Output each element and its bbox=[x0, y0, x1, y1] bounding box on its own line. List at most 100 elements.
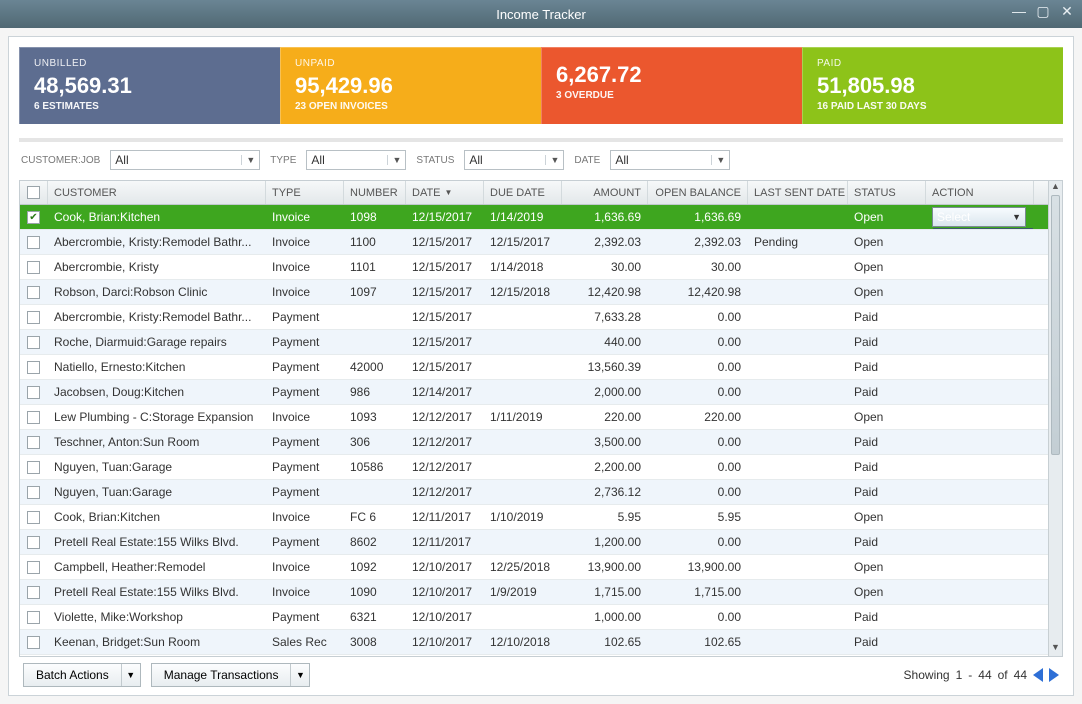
table-row[interactable]: Campbell, Heather:RemodelInvoice109212/1… bbox=[20, 555, 1048, 580]
col-action[interactable]: ACTION bbox=[926, 181, 1034, 204]
row-checkbox[interactable] bbox=[27, 486, 40, 499]
chevron-down-icon[interactable]: ▼ bbox=[122, 670, 140, 680]
scroll-thumb[interactable] bbox=[1051, 195, 1060, 455]
filter-type-combo[interactable]: All ▼ bbox=[306, 150, 406, 170]
col-type[interactable]: TYPE bbox=[266, 181, 344, 204]
cell-open-balance: 0.00 bbox=[648, 605, 748, 629]
col-due-date[interactable]: DUE DATE bbox=[484, 181, 562, 204]
cell-type: Payment bbox=[266, 305, 344, 329]
row-checkbox[interactable] bbox=[27, 411, 40, 424]
row-checkbox[interactable] bbox=[27, 561, 40, 574]
table-row[interactable]: Abercrombie, KristyInvoice110112/15/2017… bbox=[20, 255, 1048, 280]
content-area: UNBILLED 48,569.31 6 ESTIMATES UNPAID 95… bbox=[8, 36, 1074, 696]
cell-action bbox=[926, 380, 1034, 404]
table-row[interactable]: Cook, Brian:KitchenInvoice109812/15/2017… bbox=[20, 205, 1048, 230]
vertical-scrollbar[interactable]: ▲ ▼ bbox=[1048, 181, 1062, 656]
col-amount[interactable]: AMOUNT bbox=[562, 181, 648, 204]
row-checkbox[interactable] bbox=[27, 586, 40, 599]
filter-customer-label: CUSTOMER:JOB bbox=[21, 155, 100, 166]
batch-actions-button[interactable]: Batch Actions ▼ bbox=[23, 663, 141, 687]
cell-customer: Pretell Real Estate:155 Wilks Blvd. bbox=[48, 580, 266, 604]
table-row[interactable]: Nguyen, Tuan:GaragePayment1058612/12/201… bbox=[20, 455, 1048, 480]
chevron-down-icon: ▼ bbox=[545, 155, 559, 165]
card-unbilled-amount: 48,569.31 bbox=[34, 73, 266, 99]
card-paid[interactable]: PAID 51,805.98 16 PAID LAST 30 DAYS bbox=[802, 47, 1063, 124]
table-row[interactable]: Pretell Real Estate:155 Wilks Blvd.Payme… bbox=[20, 530, 1048, 555]
col-open-balance[interactable]: OPEN BALANCE bbox=[648, 181, 748, 204]
cell-last-sent bbox=[748, 555, 848, 579]
table-row[interactable]: Abercrombie, Kristy:Remodel Bathr...Invo… bbox=[20, 230, 1048, 255]
cell-last-sent: Pending bbox=[748, 230, 848, 254]
table-row[interactable]: Robson, Darci:Robson ClinicInvoice109712… bbox=[20, 280, 1048, 305]
row-checkbox[interactable] bbox=[27, 461, 40, 474]
row-checkbox[interactable] bbox=[27, 336, 40, 349]
table-row[interactable]: Roche, Diarmuid:Garage repairsPayment12/… bbox=[20, 330, 1048, 355]
close-icon[interactable]: ✕ bbox=[1058, 4, 1076, 20]
cell-customer: Roche, Diarmuid:Garage repairs bbox=[48, 330, 266, 354]
filter-date-combo[interactable]: All ▼ bbox=[610, 150, 730, 170]
page-prev-icon[interactable] bbox=[1033, 668, 1043, 682]
cell-due bbox=[484, 355, 562, 379]
row-checkbox[interactable] bbox=[27, 261, 40, 274]
cell-type: Payment bbox=[266, 605, 344, 629]
cell-due: 1/10/2019 bbox=[484, 505, 562, 529]
row-checkbox[interactable] bbox=[27, 311, 40, 324]
cell-number: 1092 bbox=[344, 555, 406, 579]
cell-action bbox=[926, 405, 1034, 429]
table-row[interactable]: Violette, Mike:WorkshopPayment632112/10/… bbox=[20, 605, 1048, 630]
row-checkbox[interactable] bbox=[27, 236, 40, 249]
card-paid-detail: 16 PAID LAST 30 DAYS bbox=[817, 101, 1049, 112]
select-all-checkbox[interactable] bbox=[27, 186, 40, 199]
scroll-track[interactable] bbox=[1049, 195, 1062, 642]
col-date[interactable]: DATE▼ bbox=[406, 181, 484, 204]
col-customer[interactable]: CUSTOMER bbox=[48, 181, 266, 204]
row-checkbox[interactable] bbox=[27, 611, 40, 624]
minimize-icon[interactable]: — bbox=[1010, 4, 1028, 20]
cell-amount: 1,000.00 bbox=[562, 605, 648, 629]
action-select[interactable]: Select▼SelectReceive PaymentPrintEmail bbox=[932, 207, 1026, 227]
filter-status-combo[interactable]: All ▼ bbox=[464, 150, 564, 170]
cell-date: 12/14/2017 bbox=[406, 380, 484, 404]
scroll-up-icon[interactable]: ▲ bbox=[1049, 181, 1062, 195]
cell-type: Invoice bbox=[266, 580, 344, 604]
cell-due bbox=[484, 330, 562, 354]
cell-type: Payment bbox=[266, 330, 344, 354]
filter-customer-combo[interactable]: All ▼ bbox=[110, 150, 260, 170]
chevron-down-icon: ▼ bbox=[1012, 212, 1021, 222]
row-checkbox[interactable] bbox=[27, 361, 40, 374]
table-row[interactable]: Natiello, Ernesto:KitchenPayment4200012/… bbox=[20, 355, 1048, 380]
cell-amount: 5.95 bbox=[562, 505, 648, 529]
table-row[interactable]: Teschner, Anton:Sun RoomPayment30612/12/… bbox=[20, 430, 1048, 455]
row-checkbox[interactable] bbox=[27, 636, 40, 649]
row-checkbox[interactable] bbox=[27, 511, 40, 524]
scroll-down-icon[interactable]: ▼ bbox=[1049, 642, 1062, 656]
maximize-icon[interactable]: ▢ bbox=[1034, 4, 1052, 20]
col-number[interactable]: NUMBER bbox=[344, 181, 406, 204]
row-checkbox[interactable] bbox=[27, 536, 40, 549]
table-row[interactable]: Abercrombie, Kristy:Remodel Bathr...Paym… bbox=[20, 305, 1048, 330]
row-checkbox[interactable] bbox=[27, 286, 40, 299]
table-row[interactable]: Pretell Real Estate:155 Wilks Blvd.Invoi… bbox=[20, 580, 1048, 605]
row-checkbox[interactable] bbox=[27, 211, 40, 224]
card-unpaid[interactable]: UNPAID 95,429.96 23 OPEN INVOICES bbox=[280, 47, 541, 124]
cell-amount: 12,420.98 bbox=[562, 280, 648, 304]
table-row[interactable]: Jacobsen, Doug:KitchenPayment98612/14/20… bbox=[20, 380, 1048, 405]
table-row[interactable]: Lew Plumbing - C:Storage ExpansionInvoic… bbox=[20, 405, 1048, 430]
card-overdue[interactable]: 6,267.72 3 OVERDUE bbox=[541, 47, 802, 124]
cell-action: Select▼SelectReceive PaymentPrintEmail bbox=[926, 205, 1034, 229]
chevron-down-icon[interactable]: ▼ bbox=[291, 670, 309, 680]
col-status[interactable]: STATUS bbox=[848, 181, 926, 204]
table-row[interactable]: Keenan, Bridget:Sun RoomSales Rec300812/… bbox=[20, 630, 1048, 655]
row-checkbox[interactable] bbox=[27, 386, 40, 399]
card-unbilled[interactable]: UNBILLED 48,569.31 6 ESTIMATES bbox=[19, 47, 280, 124]
cell-date: 12/12/2017 bbox=[406, 480, 484, 504]
cell-due: 1/14/2019 bbox=[484, 205, 562, 229]
chevron-down-icon: ▼ bbox=[711, 155, 725, 165]
row-checkbox[interactable] bbox=[27, 436, 40, 449]
table-row[interactable]: Cook, Brian:KitchenInvoiceFC 612/11/2017… bbox=[20, 505, 1048, 530]
page-next-icon[interactable] bbox=[1049, 668, 1059, 682]
pager: Showing 1 - 44 of 44 bbox=[904, 668, 1059, 682]
col-last-sent[interactable]: LAST SENT DATE bbox=[748, 181, 848, 204]
manage-transactions-button[interactable]: Manage Transactions ▼ bbox=[151, 663, 311, 687]
table-row[interactable]: Nguyen, Tuan:GaragePayment12/12/20172,73… bbox=[20, 480, 1048, 505]
